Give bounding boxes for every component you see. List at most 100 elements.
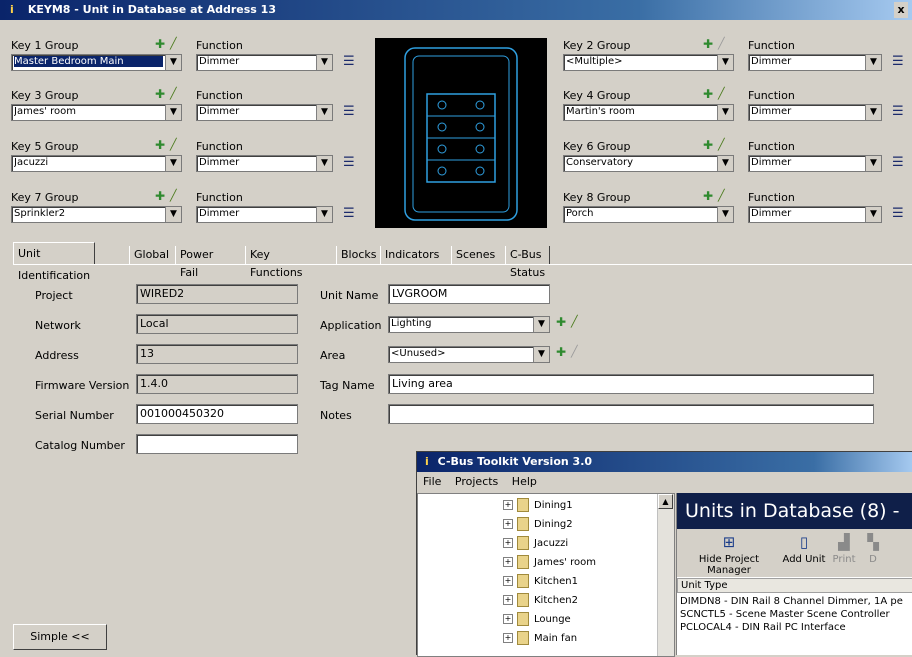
tab-key-functions[interactable]: Key Functions <box>245 246 307 279</box>
print-button[interactable]: ▟ Print <box>827 533 861 565</box>
add-icon[interactable]: ✚ <box>556 315 566 329</box>
list-options-icon[interactable]: ☰ <box>343 104 355 119</box>
chevron-down-icon[interactable]: ▼ <box>865 207 881 222</box>
list-options-icon[interactable]: ☰ <box>343 206 355 221</box>
list-options-icon[interactable]: ☰ <box>343 54 355 69</box>
chevron-down-icon[interactable]: ▼ <box>865 156 881 171</box>
unit-type-column-header[interactable]: Unit Type <box>677 578 912 593</box>
chevron-down-icon[interactable]: ▼ <box>165 207 181 222</box>
key-8-function-select[interactable]: Dimmer ▼ <box>748 206 882 223</box>
menu-help[interactable]: Help <box>512 475 537 488</box>
tag-name-field[interactable]: Living area <box>388 374 874 394</box>
tab-blocks[interactable]: Blocks <box>336 246 380 264</box>
list-options-icon[interactable]: ☰ <box>892 104 904 119</box>
chevron-down-icon[interactable]: ▼ <box>165 105 181 120</box>
tab-indicators[interactable]: Indicators <box>380 246 443 264</box>
expand-icon[interactable]: + <box>503 538 513 548</box>
edit-pencil-icon[interactable]: ╱ <box>571 345 578 358</box>
chevron-down-icon[interactable]: ▼ <box>865 55 881 70</box>
serial-number-field[interactable]: 001000450320 <box>136 404 298 424</box>
tree-scrollbar[interactable]: ▲ <box>657 494 674 656</box>
key-5-group-select[interactable]: Jacuzzi ▼ <box>11 155 182 172</box>
edit-pencil-icon[interactable]: ╱ <box>718 189 725 202</box>
key-3-group-select[interactable]: James' room ▼ <box>11 104 182 121</box>
key-7-function-select[interactable]: Dimmer ▼ <box>196 206 333 223</box>
list-options-icon[interactable]: ☰ <box>343 155 355 170</box>
list-item[interactable]: PCLOCAL4 - DIN Rail PC Interface <box>680 622 912 633</box>
edit-pencil-icon[interactable]: ╱ <box>571 315 578 328</box>
edit-pencil-icon[interactable]: ╱ <box>170 189 177 202</box>
chevron-down-icon[interactable]: ▼ <box>316 55 332 70</box>
chevron-down-icon[interactable]: ▼ <box>717 55 733 70</box>
key-6-function-select[interactable]: Dimmer ▼ <box>748 155 882 172</box>
chevron-down-icon[interactable]: ▼ <box>717 207 733 222</box>
toolkit-title-bar[interactable]: i C-Bus Toolkit Version 3.0 <box>417 452 912 472</box>
chevron-down-icon[interactable]: ▼ <box>316 207 332 222</box>
add-icon[interactable]: ✚ <box>155 138 165 152</box>
chevron-down-icon[interactable]: ▼ <box>316 156 332 171</box>
tab-c-bus-status[interactable]: C-Bus Status <box>505 246 551 279</box>
edit-pencil-icon[interactable]: ╱ <box>170 138 177 151</box>
list-options-icon[interactable]: ☰ <box>892 155 904 170</box>
application-select[interactable]: Lighting ▼ <box>388 316 550 333</box>
key-1-function-select[interactable]: Dimmer ▼ <box>196 54 333 71</box>
tree-item[interactable]: + Main fan <box>503 629 577 648</box>
menu-file[interactable]: File <box>423 475 441 488</box>
key-4-group-select[interactable]: Martin's room ▼ <box>563 104 734 121</box>
add-icon[interactable]: ✚ <box>703 138 713 152</box>
expand-icon[interactable]: + <box>503 576 513 586</box>
add-icon[interactable]: ✚ <box>703 37 713 51</box>
expand-icon[interactable]: + <box>503 595 513 605</box>
chevron-down-icon[interactable]: ▼ <box>165 55 181 70</box>
add-unit-button[interactable]: ▯ Add Unit <box>781 533 827 565</box>
tree-item[interactable]: + Dining2 <box>503 515 573 534</box>
expand-icon[interactable]: + <box>503 519 513 529</box>
expand-icon[interactable]: + <box>503 614 513 624</box>
window-title-bar[interactable]: i KEYM8 - Unit in Database at Address 13… <box>0 0 912 20</box>
edit-pencil-icon[interactable]: ╱ <box>718 37 725 50</box>
list-item[interactable]: SCNCTL5 - Scene Master Scene Controller <box>680 609 912 620</box>
simple-button[interactable]: Simple << <box>13 624 107 650</box>
chevron-down-icon[interactable]: ▼ <box>717 156 733 171</box>
list-options-icon[interactable]: ☰ <box>892 206 904 221</box>
key-2-function-select[interactable]: Dimmer ▼ <box>748 54 882 71</box>
add-icon[interactable]: ✚ <box>556 345 566 359</box>
tab-scenes[interactable]: Scenes <box>451 246 499 264</box>
add-icon[interactable]: ✚ <box>155 37 165 51</box>
chevron-down-icon[interactable]: ▼ <box>717 105 733 120</box>
tree-item[interactable]: + Jacuzzi <box>503 534 568 553</box>
tree-item[interactable]: + Dining1 <box>503 496 573 515</box>
close-button[interactable]: x <box>894 2 908 18</box>
tree-item[interactable]: + Kitchen1 <box>503 572 578 591</box>
more-toolbar-button[interactable]: ▚ D <box>863 533 883 565</box>
edit-pencil-icon[interactable]: ╱ <box>718 87 725 100</box>
expand-icon[interactable]: + <box>503 633 513 643</box>
menu-projects[interactable]: Projects <box>455 475 498 488</box>
key-2-group-select[interactable]: <Multiple> ▼ <box>563 54 734 71</box>
add-icon[interactable]: ✚ <box>703 189 713 203</box>
tab-unit-identification[interactable]: Unit Identification <box>13 242 96 282</box>
unit-name-field[interactable]: LVGROOM <box>388 284 550 304</box>
key-7-group-select[interactable]: Sprinkler2 ▼ <box>11 206 182 223</box>
key-5-function-select[interactable]: Dimmer ▼ <box>196 155 333 172</box>
edit-pencil-icon[interactable]: ╱ <box>170 37 177 50</box>
tab-global[interactable]: Global <box>129 246 173 264</box>
edit-pencil-icon[interactable]: ╱ <box>718 138 725 151</box>
notes-field[interactable] <box>388 404 874 424</box>
scroll-up-icon[interactable]: ▲ <box>658 494 673 509</box>
tree-item[interactable]: + Kitchen2 <box>503 591 578 610</box>
chevron-down-icon[interactable]: ▼ <box>533 317 549 332</box>
add-icon[interactable]: ✚ <box>703 87 713 101</box>
key-8-group-select[interactable]: Porch ▼ <box>563 206 734 223</box>
add-icon[interactable]: ✚ <box>155 87 165 101</box>
expand-icon[interactable]: + <box>503 557 513 567</box>
key-3-function-select[interactable]: Dimmer ▼ <box>196 104 333 121</box>
list-options-icon[interactable]: ☰ <box>892 54 904 69</box>
tab-power-fail[interactable]: Power Fail <box>175 246 217 279</box>
tree-item[interactable]: + Lounge <box>503 610 571 629</box>
expand-icon[interactable]: + <box>503 500 513 510</box>
hide-project-manager-button[interactable]: ⊞ Hide Project Manager <box>681 533 777 576</box>
add-icon[interactable]: ✚ <box>155 189 165 203</box>
list-item[interactable]: DIMDN8 - DIN Rail 8 Channel Dimmer, 1A p… <box>680 596 912 607</box>
chevron-down-icon[interactable]: ▼ <box>865 105 881 120</box>
